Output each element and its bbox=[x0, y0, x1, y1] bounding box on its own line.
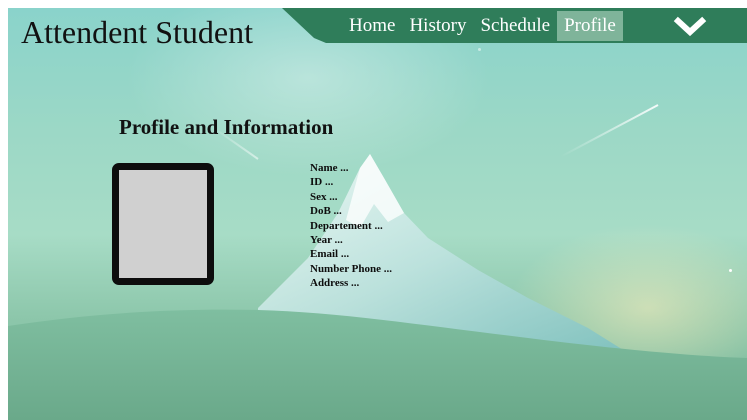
top-bar: Attendent Student Home History Schedule … bbox=[8, 8, 747, 52]
profile-field-address: Address ... bbox=[310, 277, 360, 290]
nav-profile[interactable]: Profile bbox=[557, 10, 623, 41]
profile-field-name: Name ... bbox=[310, 162, 349, 174]
menu-toggle-button[interactable] bbox=[672, 14, 708, 40]
nav-home[interactable]: Home bbox=[342, 11, 402, 41]
profile-field-phone: Number Phone ... bbox=[310, 262, 392, 275]
nav-history[interactable]: History bbox=[402, 11, 473, 41]
profile-heading: Profile and Information bbox=[119, 115, 334, 139]
profile-field-department: Departement ... bbox=[310, 219, 383, 232]
app-title: Attendent Student bbox=[21, 14, 253, 50]
chevron-down-icon bbox=[673, 16, 707, 37]
profile-field-dob: DoB ... bbox=[310, 205, 342, 218]
app-window: Attendent Student Home History Schedule … bbox=[8, 8, 747, 420]
profile-field-year: Year ... bbox=[310, 234, 343, 247]
profile-field-email: Email ... bbox=[310, 248, 350, 261]
profile-info-list: Name ... ID ... Sex ... DoB ... Departem… bbox=[310, 161, 392, 291]
main-nav: Home History Schedule Profile bbox=[342, 8, 623, 43]
profile-field-sex: Sex ... bbox=[310, 190, 338, 203]
nav-schedule[interactable]: Schedule bbox=[473, 11, 557, 41]
profile-field-id: ID ... bbox=[310, 176, 334, 189]
profile-photo-placeholder bbox=[112, 163, 214, 285]
